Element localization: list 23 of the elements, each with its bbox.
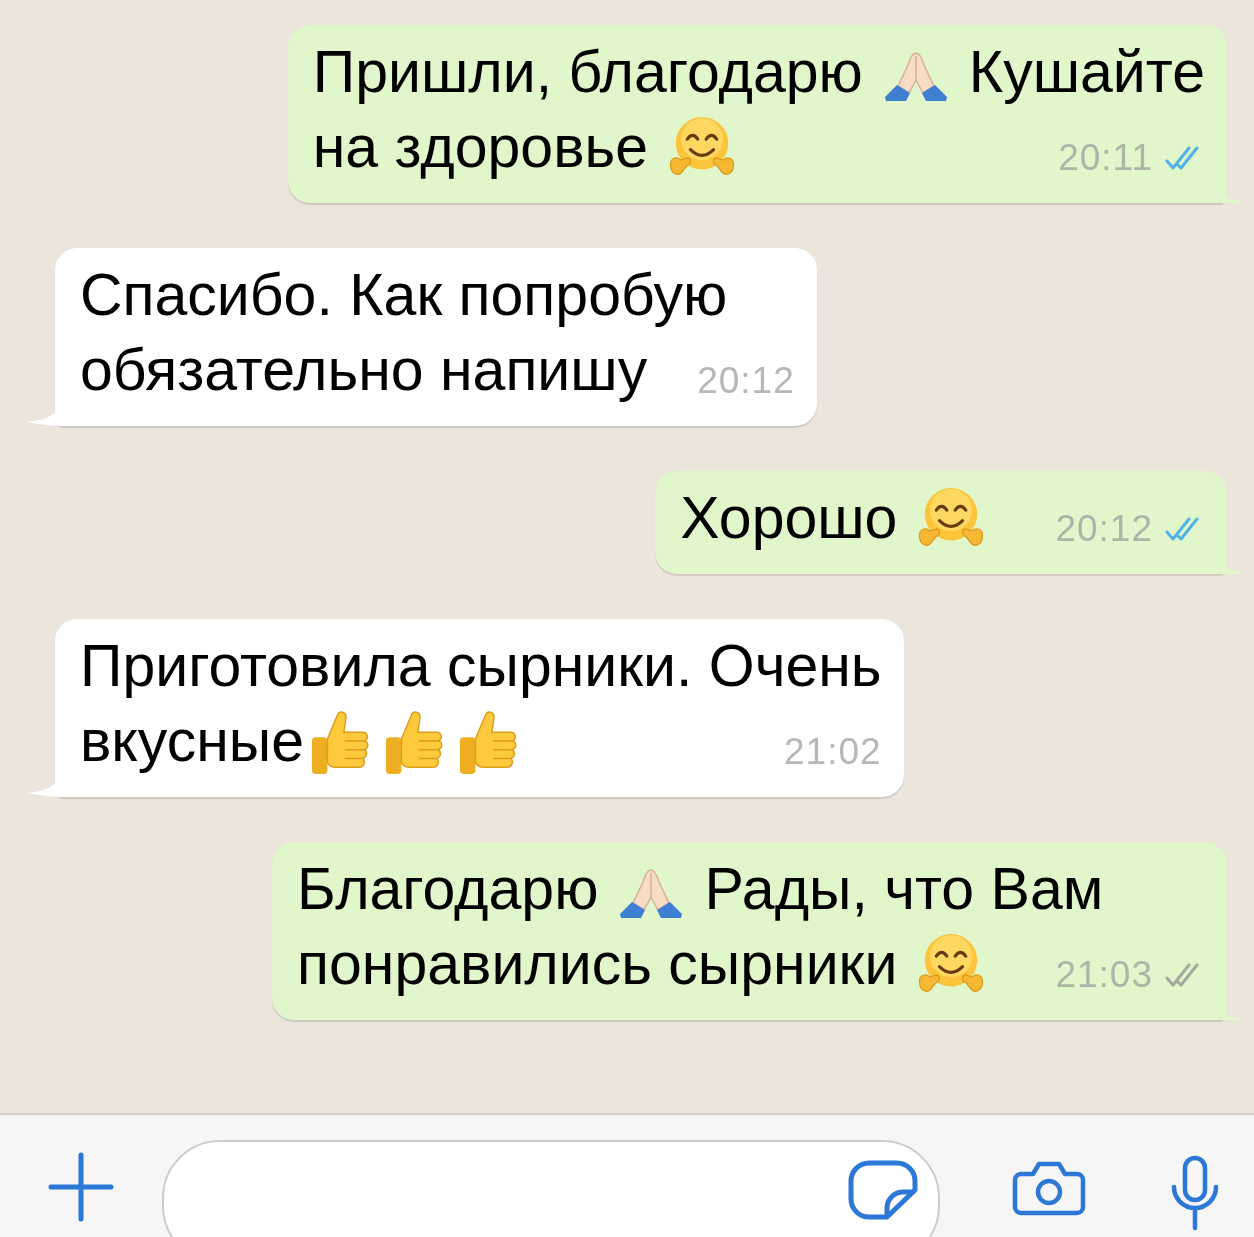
message-text: Кушайте xyxy=(968,38,1205,107)
message-time: 21:02 xyxy=(784,732,882,772)
praying-hands-icon xyxy=(618,869,685,919)
message-text: Благодарю xyxy=(297,855,599,924)
sticker-icon[interactable] xyxy=(848,1160,918,1220)
message-time: 20:12 xyxy=(1055,509,1153,549)
message-text: Пришли, благодарю xyxy=(312,38,863,107)
message-text: Рады, что Вам xyxy=(704,855,1104,924)
message-time: 20:12 xyxy=(697,361,795,401)
microphone-icon[interactable] xyxy=(1170,1155,1220,1231)
message-input-field[interactable] xyxy=(162,1140,940,1237)
praying-hands-icon xyxy=(882,52,949,102)
message-time: 20:11 xyxy=(1058,138,1153,178)
message-text: на здоровье xyxy=(312,113,649,182)
message-time: 21:03 xyxy=(1055,955,1153,995)
message-text: Приготовила сырники. Очень xyxy=(80,632,882,701)
camera-icon[interactable] xyxy=(1012,1160,1086,1216)
plus-icon[interactable] xyxy=(48,1152,114,1222)
message-text: Спасибо. Как попробую xyxy=(80,261,728,330)
message-text: понравились сырники xyxy=(297,930,898,999)
message-text: обязательно напишу xyxy=(80,336,648,405)
message-text: Хорошо xyxy=(680,484,898,553)
message-text: вкусные xyxy=(80,707,304,776)
